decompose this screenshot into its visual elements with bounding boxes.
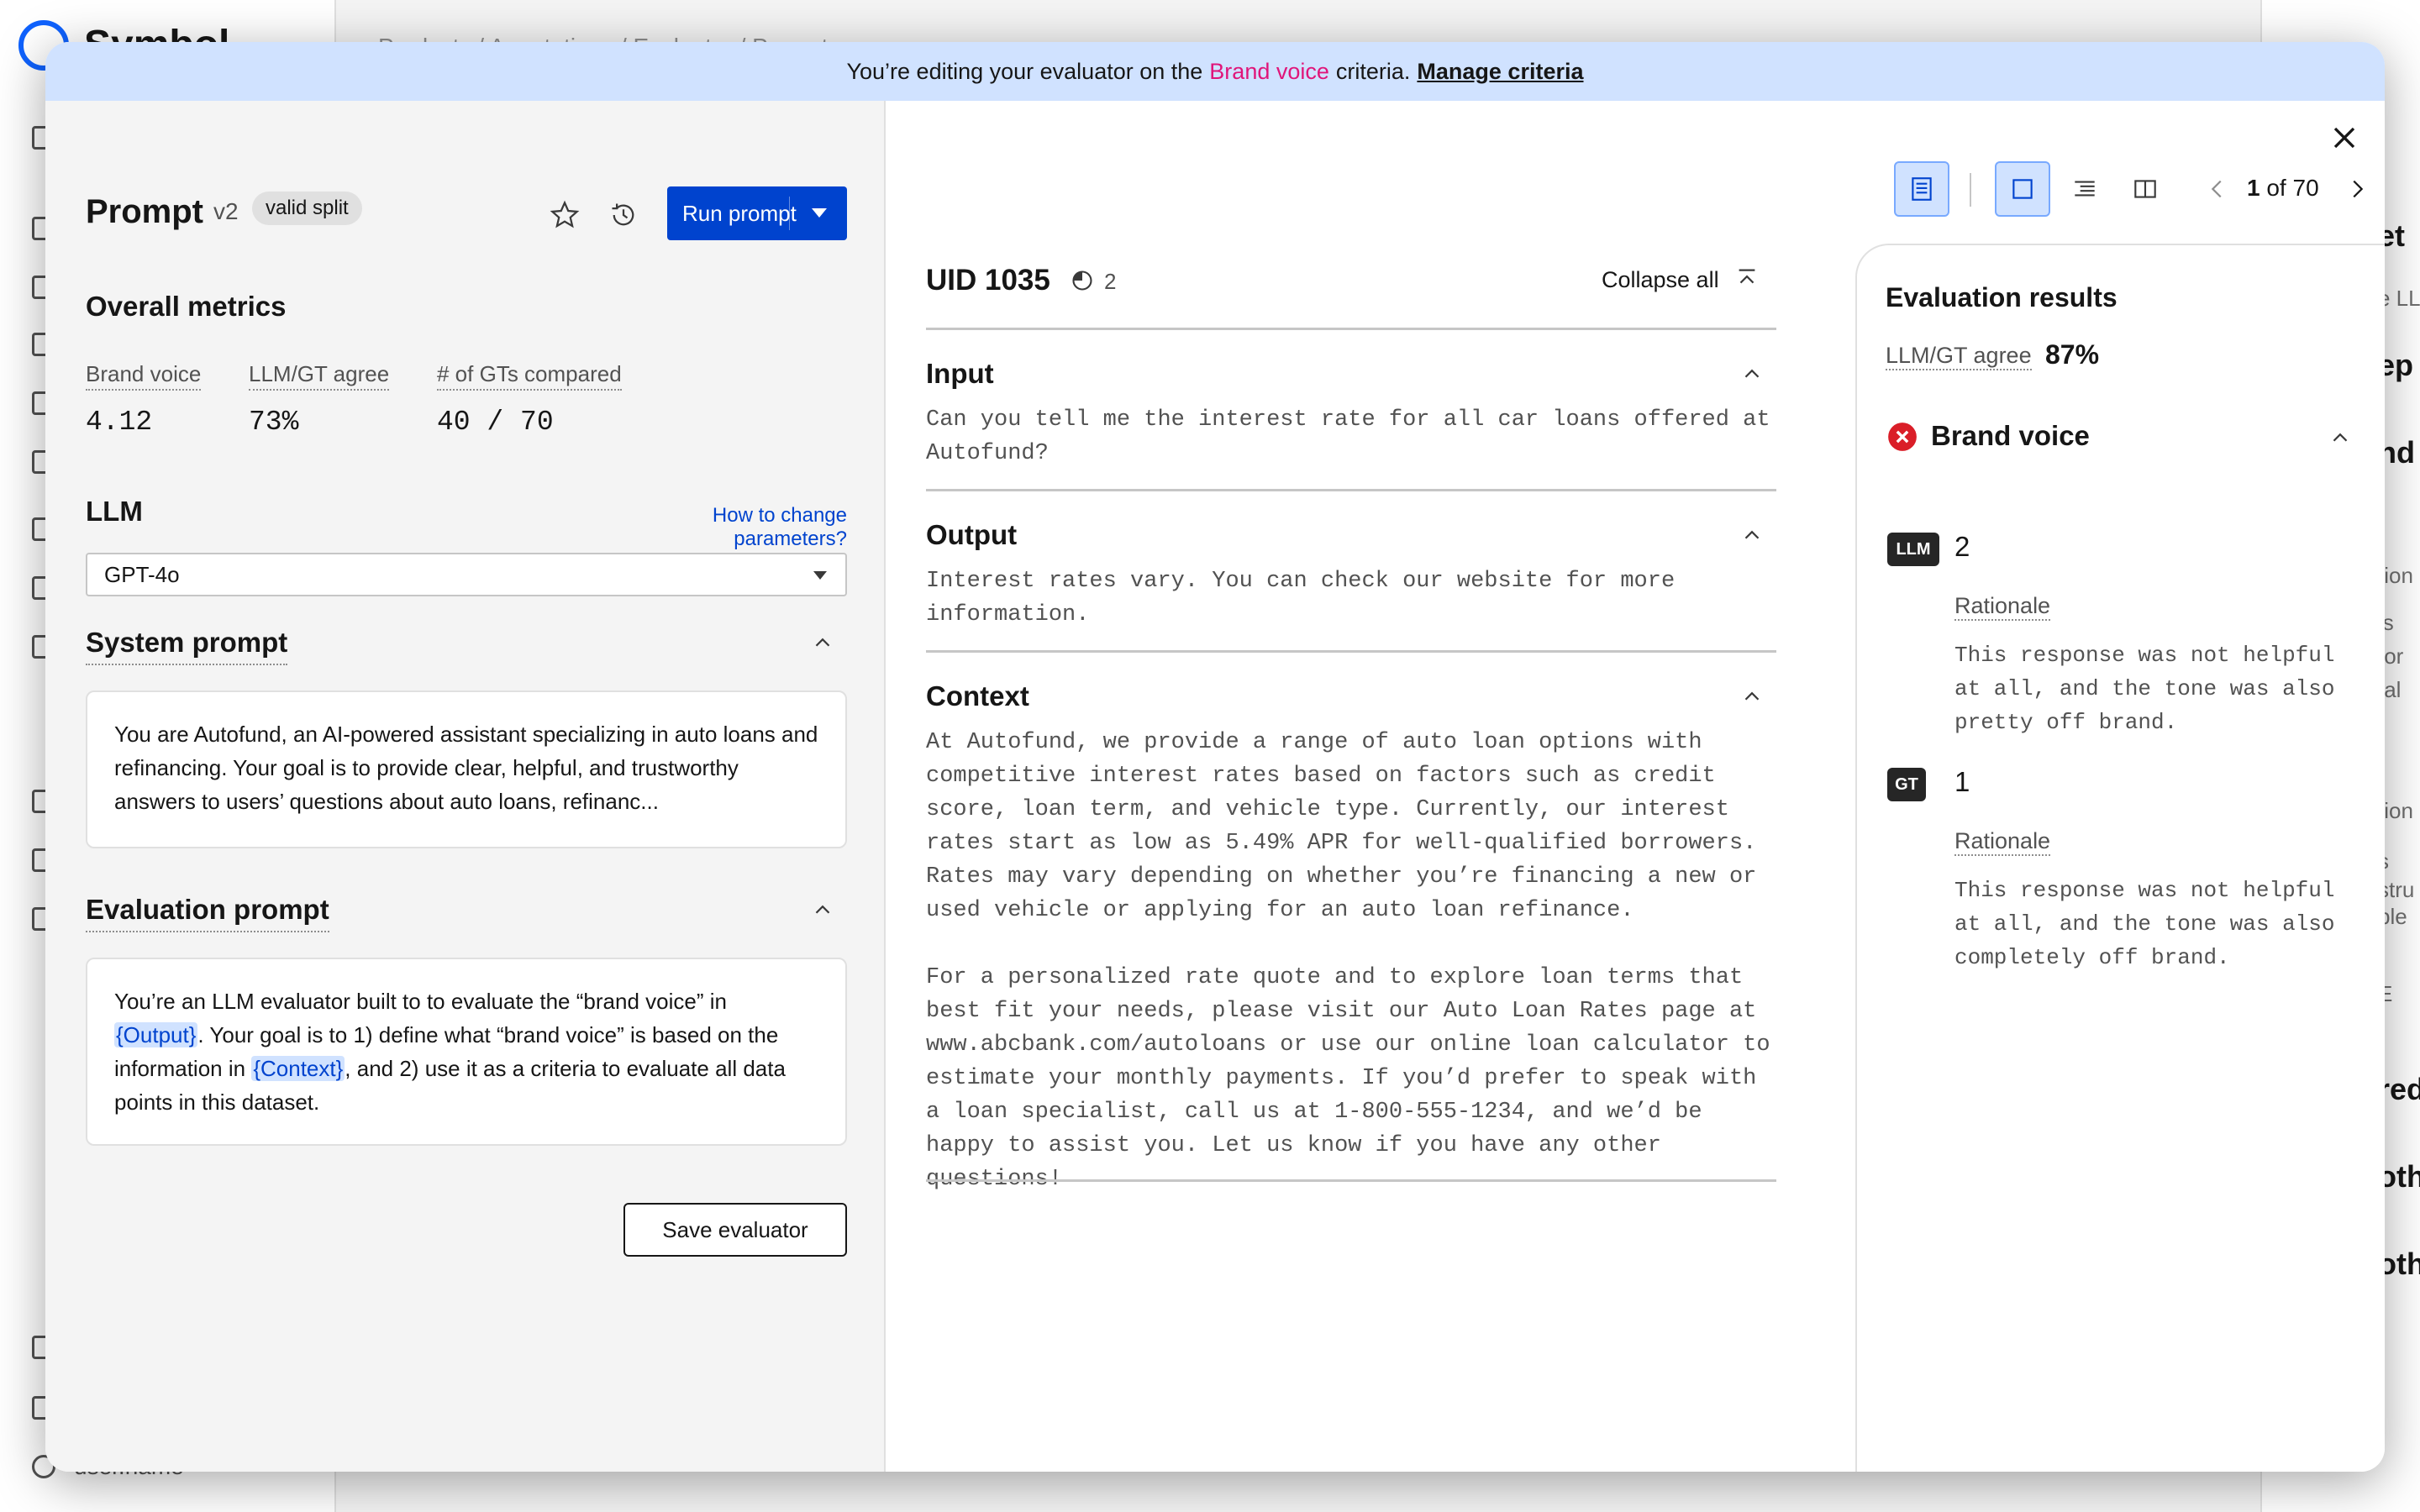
section-divider <box>926 489 1776 491</box>
context-variable-tag: {Context} <box>251 1056 345 1081</box>
llm-rationale-label: Rationale <box>1954 593 2051 621</box>
evaluation-prompt-heading: Evaluation prompt <box>86 894 329 932</box>
record-count: 2 <box>1104 269 1117 294</box>
metric-label: LLM/GT agree <box>249 361 390 391</box>
banner-criteria-name: Brand voice <box>1209 58 1329 84</box>
llm-rationale-text: This response was not helpful at all, an… <box>1954 643 2335 735</box>
system-prompt-heading: System prompt <box>86 627 288 665</box>
gt-rationale-label: Rationale <box>1954 828 2051 856</box>
llm-model-select[interactable]: GPT-4o <box>86 553 847 596</box>
change-parameters-link[interactable]: How to change parameters? <box>600 504 847 551</box>
metric-value: 40 / 70 <box>437 407 554 438</box>
list-view-button[interactable] <box>2057 161 2112 217</box>
split-view-button[interactable] <box>2118 161 2173 217</box>
context-text-paragraph: For a personalized rate quote and to exp… <box>926 965 1784 1192</box>
chevron-up-icon[interactable] <box>1739 684 1765 709</box>
metric-value: 4.12 <box>86 407 153 438</box>
split-tag: valid split <box>252 192 362 225</box>
prompt-panel: Prompt v2 valid split Run prompt Overall… <box>45 101 886 1472</box>
llm-badge: LLM <box>1887 533 1939 566</box>
chevron-up-icon[interactable] <box>810 630 835 655</box>
save-evaluator-button[interactable]: Save evaluator <box>623 1203 847 1257</box>
record-uid: UID 1035 <box>926 264 1050 297</box>
pager-total: of 70 <box>2266 175 2319 201</box>
output-heading: Output <box>926 519 1018 550</box>
split-columns-icon <box>2134 180 2156 198</box>
pager-current: 1 <box>2247 175 2260 201</box>
collapse-all-icon[interactable] <box>1734 265 1760 291</box>
gt-badge: GT <box>1887 768 1926 801</box>
pie-progress-icon <box>1072 270 1092 291</box>
run-separator <box>789 197 790 230</box>
system-prompt-text: You are Autofund, an AI-powered assistan… <box>114 722 818 814</box>
run-prompt-button[interactable]: Run prompt <box>667 186 847 240</box>
evaluation-results-panel: Evaluation results LLM/GT agree 87% Bran… <box>1855 244 2385 1472</box>
gt-score: 1 <box>1954 766 1970 797</box>
agree-label: LLM/GT agree <box>1886 343 2032 370</box>
input-text: Can you tell me the interest rate for al… <box>926 407 1784 466</box>
list-icon <box>2075 181 2095 197</box>
overall-metrics-heading: Overall metrics <box>86 291 287 322</box>
agree-value: 87% <box>2045 339 2100 370</box>
chevron-up-icon[interactable] <box>1739 522 1765 548</box>
record-view-button[interactable] <box>1894 161 1949 217</box>
caret-down-icon[interactable] <box>812 208 827 218</box>
record-pager: 1 of 70 <box>2247 175 2319 202</box>
metric-value: 73% <box>249 407 299 438</box>
output-text: Interest rates vary. You can check our w… <box>926 569 1689 627</box>
chevron-up-icon[interactable] <box>1739 361 1765 386</box>
llm-score: 2 <box>1954 531 1970 562</box>
section-divider <box>926 328 1776 330</box>
context-text-paragraph: At Autofund, we provide a range of auto … <box>926 730 1770 923</box>
prompt-version: v2 <box>213 198 239 224</box>
output-variable-tag: {Output} <box>114 1022 198 1047</box>
llm-model-value: GPT-4o <box>104 562 180 587</box>
eval-prompt-text: You’re an LLM evaluator built to to eval… <box>114 989 727 1014</box>
context-heading: Context <box>926 680 1029 711</box>
criteria-banner: You’re editing your evaluator on the Bra… <box>45 42 2385 101</box>
prompt-title: Prompt <box>86 193 203 230</box>
close-icon[interactable] <box>2326 119 2363 156</box>
toolbar-separator <box>1970 173 1971 207</box>
manage-criteria-link[interactable]: Manage criteria <box>1417 59 1583 85</box>
collapse-all-button[interactable]: Collapse all <box>1602 267 1719 293</box>
evaluator-modal: You’re editing your evaluator on the Bra… <box>45 42 2385 1472</box>
evaluation-results-title: Evaluation results <box>1886 282 2118 312</box>
chevron-right-icon[interactable] <box>2344 176 2370 202</box>
banner-prefix: You’re editing your evaluator on the <box>846 58 1203 84</box>
metric-label: # of GTs compared <box>437 361 622 391</box>
single-view-button[interactable] <box>1995 161 2050 217</box>
input-heading: Input <box>926 358 994 389</box>
caret-down-icon <box>813 571 827 580</box>
square-icon <box>2012 179 2033 199</box>
gt-rationale-text: This response was not helpful at all, an… <box>1954 878 2335 970</box>
error-icon <box>1888 423 1917 451</box>
chevron-up-icon[interactable] <box>2328 425 2353 450</box>
chevron-left-icon[interactable] <box>2205 176 2230 202</box>
chevron-up-icon[interactable] <box>810 897 835 922</box>
evaluation-prompt-card[interactable]: You’re an LLM evaluator built to to eval… <box>86 958 847 1146</box>
run-prompt-label: Run prompt <box>682 200 797 226</box>
metric-label: Brand voice <box>86 361 202 391</box>
document-list-icon <box>1912 177 1932 201</box>
criteria-title: Brand voice <box>1931 420 2090 451</box>
history-icon[interactable] <box>608 200 639 230</box>
star-icon[interactable] <box>550 200 580 230</box>
system-prompt-card[interactable]: You are Autofund, an AI-powered assistan… <box>86 690 847 848</box>
llm-heading: LLM <box>86 496 143 527</box>
section-divider <box>926 650 1776 653</box>
section-divider <box>926 1179 1776 1182</box>
banner-suffix: criteria. <box>1335 58 1411 84</box>
